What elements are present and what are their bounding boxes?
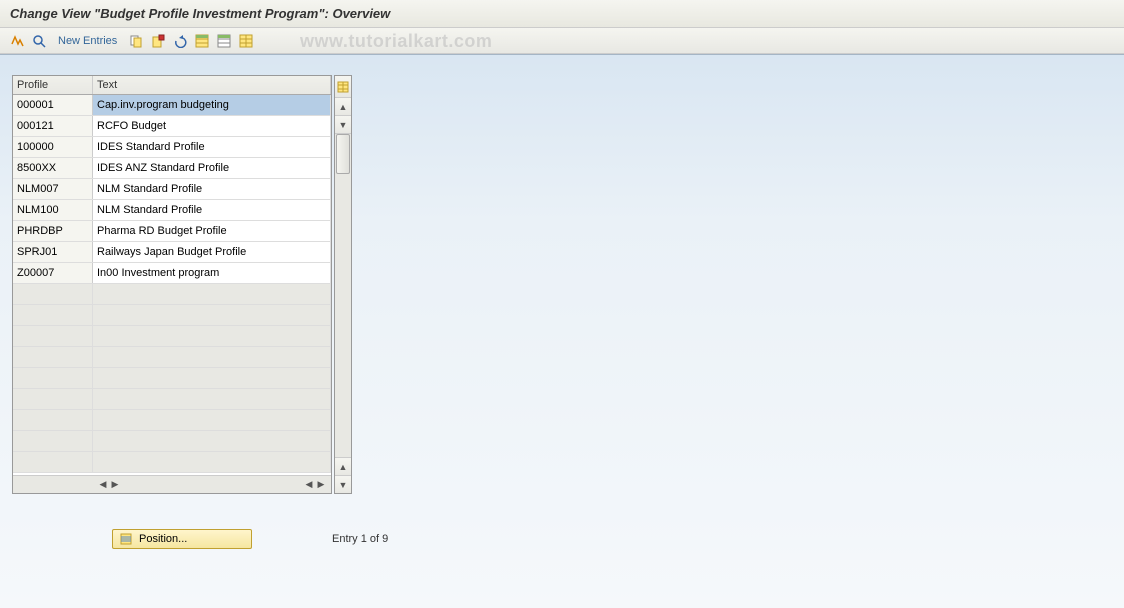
- table-row[interactable]: 8500XXIDES ANZ Standard Profile: [13, 158, 331, 179]
- delete-icon[interactable]: [149, 32, 167, 50]
- select-all-icon[interactable]: [193, 32, 211, 50]
- scroll-right-icon[interactable]: ▶: [109, 479, 121, 490]
- text-cell[interactable]: RCFO Budget: [93, 116, 331, 136]
- table-container: Profile Text 000001Cap.inv.program budge…: [12, 75, 332, 494]
- vscroll-thumb[interactable]: [336, 134, 350, 174]
- column-header-profile[interactable]: Profile: [13, 76, 93, 94]
- page-title: Change View "Budget Profile Investment P…: [10, 6, 390, 21]
- scroll-up-end-icon[interactable]: ▲: [335, 457, 351, 475]
- table-row[interactable]: [13, 305, 331, 326]
- scroll-right-end-icon[interactable]: ▶: [315, 479, 327, 490]
- scroll-down-icon[interactable]: ▼: [335, 116, 351, 134]
- table-settings-icon[interactable]: [335, 76, 351, 98]
- profile-cell[interactable]: PHRDBP: [13, 221, 93, 241]
- profile-cell[interactable]: 8500XX: [13, 158, 93, 178]
- toolbar: New Entries www.tutorialkart.com: [0, 28, 1124, 54]
- profile-cell[interactable]: 000001: [13, 95, 93, 115]
- title-bar: Change View "Budget Profile Investment P…: [0, 0, 1124, 28]
- profile-cell[interactable]: SPRJ01: [13, 242, 93, 262]
- profile-cell[interactable]: [13, 284, 93, 304]
- watermark: www.tutorialkart.com: [300, 31, 492, 52]
- table-row[interactable]: [13, 410, 331, 431]
- profile-cell[interactable]: [13, 389, 93, 409]
- text-cell[interactable]: In00 Investment program: [93, 263, 331, 283]
- text-cell[interactable]: Pharma RD Budget Profile: [93, 221, 331, 241]
- text-cell[interactable]: Cap.inv.program budgeting: [93, 95, 331, 115]
- text-cell[interactable]: [93, 284, 331, 304]
- scroll-up-icon[interactable]: ▲: [335, 98, 351, 116]
- table-row[interactable]: 000121RCFO Budget: [13, 116, 331, 137]
- text-cell[interactable]: [93, 410, 331, 430]
- text-cell[interactable]: IDES ANZ Standard Profile: [93, 158, 331, 178]
- profile-cell[interactable]: [13, 368, 93, 388]
- text-cell[interactable]: [93, 368, 331, 388]
- table-row[interactable]: [13, 326, 331, 347]
- toggle-display-icon[interactable]: [8, 32, 26, 50]
- position-button[interactable]: Position...: [112, 529, 252, 549]
- table-header: Profile Text: [13, 76, 331, 95]
- profile-cell[interactable]: [13, 305, 93, 325]
- details-icon[interactable]: [30, 32, 48, 50]
- table-body: 000001Cap.inv.program budgeting000121RCF…: [13, 95, 331, 475]
- table-row[interactable]: [13, 389, 331, 410]
- table-row[interactable]: NLM007NLM Standard Profile: [13, 179, 331, 200]
- table-row[interactable]: 000001Cap.inv.program budgeting: [13, 95, 331, 116]
- scroll-left-end-icon[interactable]: ◀: [303, 479, 315, 490]
- table-row[interactable]: NLM100NLM Standard Profile: [13, 200, 331, 221]
- column-header-text[interactable]: Text: [93, 76, 331, 94]
- table-row[interactable]: SPRJ01Railways Japan Budget Profile: [13, 242, 331, 263]
- print-icon[interactable]: [237, 32, 255, 50]
- footer-area: Position... Entry 1 of 9: [12, 529, 1112, 549]
- text-cell[interactable]: [93, 431, 331, 451]
- text-cell[interactable]: NLM Standard Profile: [93, 200, 331, 220]
- profile-cell[interactable]: [13, 410, 93, 430]
- text-cell[interactable]: IDES Standard Profile: [93, 137, 331, 157]
- text-cell[interactable]: NLM Standard Profile: [93, 179, 331, 199]
- position-icon: [119, 532, 133, 546]
- deselect-all-icon[interactable]: [215, 32, 233, 50]
- profile-cell[interactable]: [13, 431, 93, 451]
- profile-cell[interactable]: NLM100: [13, 200, 93, 220]
- profile-cell[interactable]: NLM007: [13, 179, 93, 199]
- vertical-scrollbar: ▲ ▼ ▲ ▼: [334, 75, 352, 494]
- position-button-label: Position...: [139, 533, 187, 545]
- table-row[interactable]: [13, 452, 331, 473]
- scroll-down-end-icon[interactable]: ▼: [335, 475, 351, 493]
- copy-icon[interactable]: [127, 32, 145, 50]
- profile-cell[interactable]: Z00007: [13, 263, 93, 283]
- vscroll-track[interactable]: [335, 134, 351, 457]
- table-row[interactable]: Z00007In00 Investment program: [13, 263, 331, 284]
- text-cell[interactable]: [93, 347, 331, 367]
- entry-status: Entry 1 of 9: [332, 533, 388, 545]
- profile-cell[interactable]: [13, 452, 93, 472]
- table-wrapper: Profile Text 000001Cap.inv.program budge…: [12, 75, 352, 494]
- profile-cell[interactable]: [13, 326, 93, 346]
- horizontal-scrollbar[interactable]: ◀ ▶ ◀ ▶: [13, 475, 331, 493]
- profile-cell[interactable]: 000121: [13, 116, 93, 136]
- table-row[interactable]: [13, 347, 331, 368]
- profile-cell[interactable]: [13, 347, 93, 367]
- text-cell[interactable]: [93, 452, 331, 472]
- new-entries-button[interactable]: New Entries: [52, 33, 123, 49]
- text-cell[interactable]: [93, 326, 331, 346]
- table-row[interactable]: 100000IDES Standard Profile: [13, 137, 331, 158]
- hscroll-track[interactable]: [123, 480, 301, 490]
- text-cell[interactable]: Railways Japan Budget Profile: [93, 242, 331, 262]
- profile-cell[interactable]: 100000: [13, 137, 93, 157]
- main-content: Profile Text 000001Cap.inv.program budge…: [0, 54, 1124, 608]
- table-row[interactable]: [13, 431, 331, 452]
- table-row[interactable]: PHRDBPPharma RD Budget Profile: [13, 221, 331, 242]
- scroll-left-icon[interactable]: ◀: [97, 479, 109, 490]
- text-cell[interactable]: [93, 305, 331, 325]
- table-row[interactable]: [13, 368, 331, 389]
- table-row[interactable]: [13, 284, 331, 305]
- undo-icon[interactable]: [171, 32, 189, 50]
- text-cell[interactable]: [93, 389, 331, 409]
